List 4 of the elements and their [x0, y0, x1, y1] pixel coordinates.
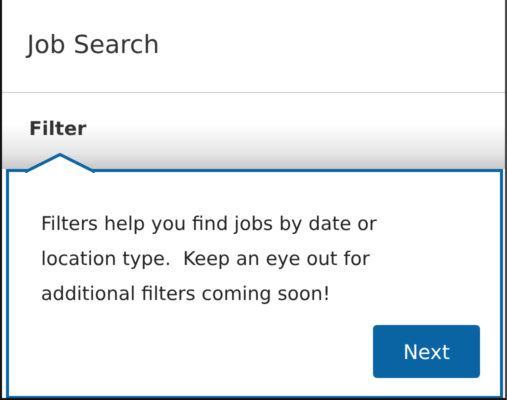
- page-title: Job Search: [27, 30, 160, 61]
- section-label: Filter: [29, 118, 86, 140]
- tooltip-message: Filters help you find jobs by date or location type. Keep an eye out for additional filters coming soon!: [41, 212, 378, 307]
- next-button[interactable]: Next: [373, 325, 480, 378]
